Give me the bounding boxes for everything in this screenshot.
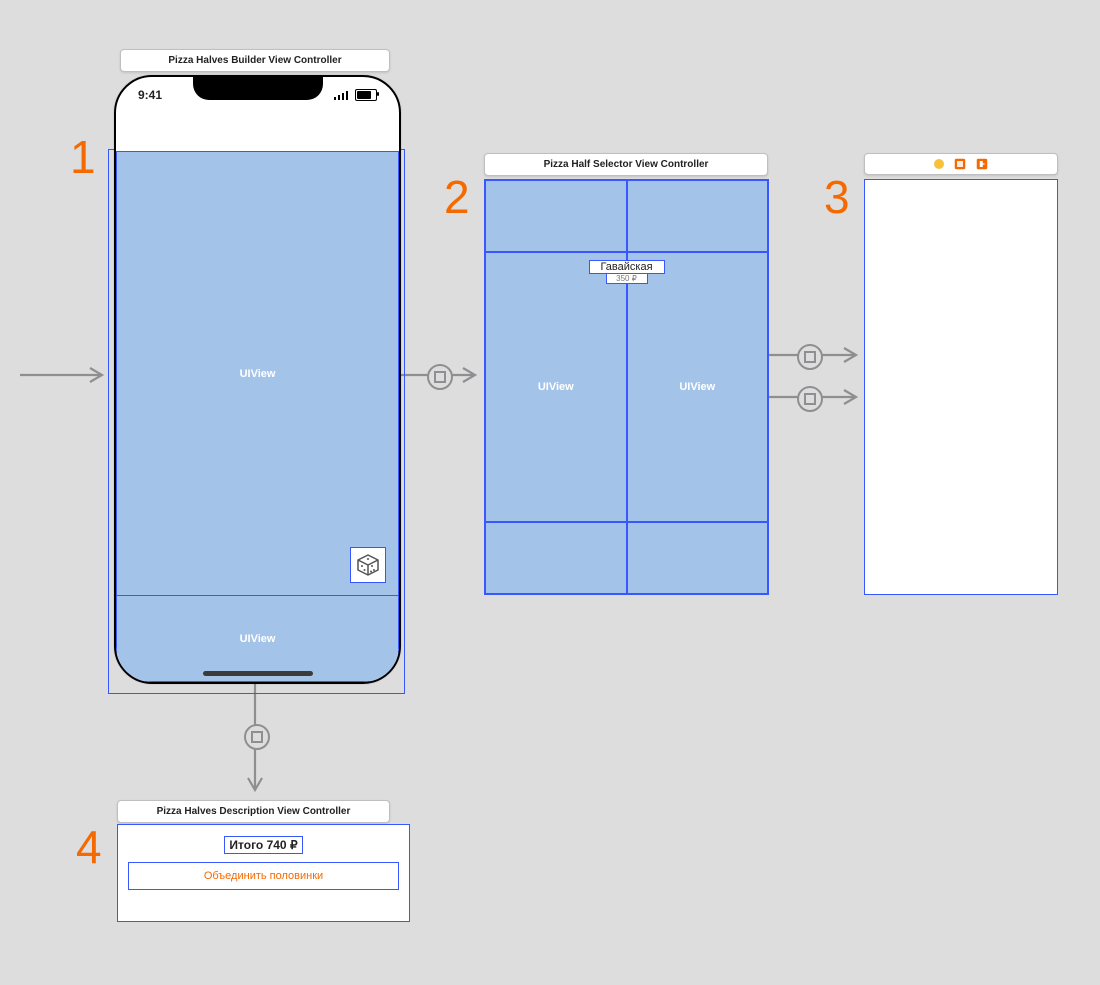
annotation-4: 4 (76, 820, 102, 874)
segue-embed-2a[interactable] (797, 344, 823, 370)
annotation-3: 3 (824, 170, 850, 224)
scene2-bottom-right-uiview[interactable] (627, 522, 769, 594)
vc-placeholder-icon (934, 159, 944, 169)
scene2-top-left-uiview[interactable] (485, 180, 627, 252)
scene2-item-price-label[interactable]: 350 ₽ (606, 274, 648, 284)
initial-vc-arrow-icon (20, 365, 114, 385)
exit-icon (976, 158, 988, 170)
scene2-bottom-left-uiview[interactable] (485, 522, 627, 594)
dice-button[interactable] (350, 547, 386, 583)
scene2-right-uiview[interactable]: UIView (627, 252, 769, 522)
total-label[interactable]: Итого 740 ₽ (224, 836, 302, 854)
scene2-title-bar[interactable]: Pizza Half Selector View Controller (484, 153, 768, 176)
scene2-item-label-group: Гавайская 350 ₽ (589, 260, 665, 284)
status-clock: 9:41 (138, 88, 162, 102)
storyboard-canvas[interactable]: 1 2 3 4 Pizza Halves Builder View Contro… (0, 0, 1100, 985)
segue-embed-1[interactable] (427, 364, 453, 390)
uiview-label: UIView (679, 381, 715, 393)
scene1-bottom-uiview[interactable]: UIView (116, 595, 399, 682)
scene2-left-uiview[interactable]: UIView (485, 252, 627, 522)
segue-embed-2b[interactable] (797, 386, 823, 412)
dice-icon (356, 553, 380, 577)
scene3-title-bar[interactable] (864, 153, 1058, 175)
battery-icon (355, 89, 377, 101)
scene4-container[interactable]: Итого 740 ₽ Объединить половинки (117, 824, 410, 922)
scene1-phone[interactable]: 9:41 UIView (114, 75, 401, 684)
annotation-1: 1 (70, 130, 96, 184)
scene4-title-bar[interactable]: Pizza Halves Description View Controller (117, 800, 390, 823)
home-indicator-icon (203, 671, 313, 676)
segue-embed-3[interactable] (244, 724, 270, 750)
scene3-container[interactable] (864, 179, 1058, 595)
uiview-label: UIView (240, 633, 276, 645)
scene2-top-right-uiview[interactable] (627, 180, 769, 252)
uiview-label: UIView (538, 381, 574, 393)
status-bar: 9:41 (116, 77, 399, 113)
uiview-label: UIView (240, 368, 276, 380)
scene1-title-bar[interactable]: Pizza Halves Builder View Controller (120, 49, 390, 72)
annotation-2: 2 (444, 170, 470, 224)
scene2-item-name-label[interactable]: Гавайская (589, 260, 665, 274)
first-responder-icon (954, 158, 966, 170)
merge-halves-button[interactable]: Объединить половинки (128, 862, 399, 890)
scene1-main-uiview[interactable]: UIView (116, 151, 399, 596)
scene2-container[interactable]: UIView UIView Гавайская 350 ₽ (484, 179, 769, 595)
signal-icon (334, 90, 350, 100)
